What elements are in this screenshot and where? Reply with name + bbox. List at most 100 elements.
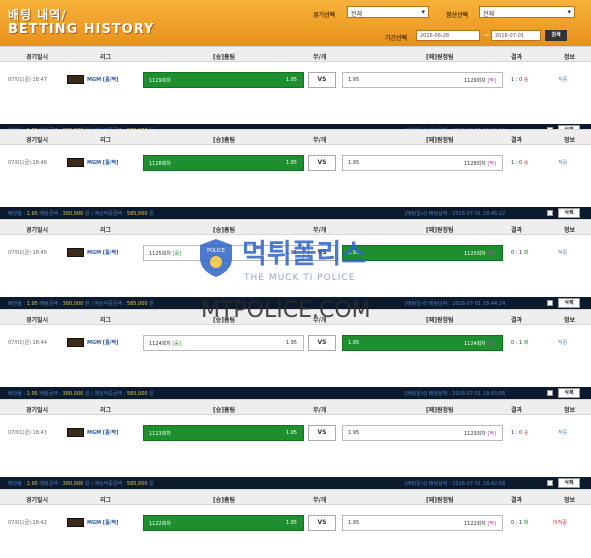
game-date: 07/01(금) 18:43 (8, 430, 47, 436)
result-score: 1 : 0 (511, 160, 523, 166)
home-team-box[interactable]: 1128회차 1.95 (143, 155, 304, 171)
home-team-box[interactable]: 1123회차 1.95 (143, 425, 304, 441)
delete-button[interactable]: 삭제 (558, 388, 580, 398)
police-badge-icon: POLICE (200, 239, 232, 277)
col-date-header: 경기일시 (26, 227, 49, 234)
bet-status[interactable]: 적중 (558, 76, 567, 83)
game-date: 07/01(금) 18:46 (8, 160, 47, 166)
bet-status[interactable]: 미적중 (553, 519, 567, 526)
bet-time: [배팅일시] 배팅날짜 : 2016-07-01 18:43:06 (405, 391, 506, 397)
column-header-row: 경기일시 리그 [승]홈팀 무/개 [패]원정팀 결과 정보 (0, 46, 591, 62)
result-score: 1 : 0 (511, 430, 523, 436)
home-odds: 1.95 (285, 430, 297, 436)
league-name[interactable]: MGM [홀/짝] (87, 159, 118, 166)
away-team-name: 1122회차 (463, 521, 486, 527)
col-away-header: [패]원정팀 (426, 137, 454, 144)
bet-status[interactable]: 적중 (558, 249, 567, 256)
search-button[interactable]: 검색 (545, 30, 567, 41)
vs-box[interactable]: VS (308, 72, 336, 88)
bet-block: 경기일시 리그 [승]홈팀 무/개 [패]원정팀 결과 정보 07/01(금) 18:47 … (0, 46, 591, 136)
away-team-name: 1125회차 (463, 251, 486, 257)
away-team-box[interactable]: 1.95 1124회차 [짝] (342, 335, 503, 351)
column-header-row: 경기일시 리그 [승]홈팀 무/개 [패]원정팀 결과 정보 (0, 489, 591, 505)
away-team-name: 1128회차 (463, 161, 486, 167)
away-team-box[interactable]: 1.95 1123회차 [짝] (342, 425, 503, 441)
away-team-box[interactable]: 1.95 1128회차 [짝] (342, 155, 503, 171)
result-score: 0 : 1 (511, 340, 523, 346)
vs-box[interactable]: VS (308, 515, 336, 531)
league-name[interactable]: MGM [홀/짝] (87, 519, 118, 526)
home-team-name: 1129회차 (149, 78, 171, 84)
select-checkbox[interactable] (547, 210, 553, 216)
bet-block: 경기일시 리그 [승]홈팀 무/개 [패]원정팀 결과 정보 07/01(금) 18:46 … (0, 129, 591, 219)
delete-button[interactable]: 삭제 (558, 208, 580, 218)
bet-info-bar: 배당율 : 1.95 배팅금액 : 300,000 원 / 예상적중금액 : 5… (0, 477, 591, 489)
select-checkbox[interactable] (547, 300, 553, 306)
col-league-header: 리그 (100, 227, 112, 234)
chevron-down-icon: ▾ (421, 8, 425, 16)
home-team-box[interactable]: 1129회차 1.95 (143, 72, 304, 88)
expected-win: 585,000 (126, 301, 148, 307)
odds-value: 1.95 (26, 391, 38, 397)
col-home-header: [승]홈팀 (213, 137, 236, 144)
away-team-tag: [짝] (487, 161, 496, 167)
column-header-row: 경기일시 리그 [승]홈팀 무/개 [패]원정팀 결과 정보 (0, 399, 591, 415)
vs-box[interactable]: VS (308, 155, 336, 171)
home-team-box[interactable]: 1124회차 [홀] 1.95 (143, 335, 304, 351)
bet-amount-label: 배팅금액 : (37, 301, 63, 307)
select-checkbox[interactable] (547, 390, 553, 396)
home-team-name: 1128회차 (149, 161, 171, 167)
game-date: 07/01(금) 18:47 (8, 77, 47, 83)
delete-button[interactable]: 삭제 (558, 298, 580, 308)
col-home-header: [승]홈팀 (213, 54, 236, 61)
currency-unit: 원 (147, 481, 154, 487)
select-checkbox[interactable] (547, 480, 553, 486)
col-result-header: 결과 (511, 137, 523, 144)
result-mark: 패 (523, 520, 529, 526)
bet-info: 배당율 : 1.95 배팅금액 : 300,000 원 / 예상적중금액 : 5… (8, 210, 154, 217)
league-name[interactable]: MGM [홀/짝] (87, 339, 118, 346)
bet-info: 배당율 : 1.95 배팅금액 : 300,000 원 / 예상적중금액 : 5… (8, 480, 154, 487)
bet-time: [배팅일시] 배팅날짜 : 2016-07-01 18:45:22 (405, 211, 506, 217)
bet-row: 07/01(금) 18:46 MGM [홀/짝] 1128회차 1.95 VS … (0, 145, 591, 183)
date-to-input[interactable]: 2016-07-01 (491, 30, 541, 41)
vs-box[interactable]: VS (308, 335, 336, 351)
expected-win-label: 원 / 예상적중금액 : (83, 301, 127, 307)
league-name[interactable]: MGM [홀/짝] (87, 249, 118, 256)
col-date-header: 경기일시 (26, 54, 49, 61)
col-result-header: 결과 (511, 497, 523, 504)
bet-status[interactable]: 적중 (558, 429, 567, 436)
bet-status[interactable]: 적중 (558, 159, 567, 166)
away-team-tag: [짝] (487, 341, 496, 347)
settle-filter-select[interactable]: 전체 ▾ (479, 6, 575, 18)
away-team-box[interactable]: 1.95 1122회차 [짝] (342, 515, 503, 531)
col-home-header: [승]홈팀 (213, 407, 236, 414)
col-status-header: 정보 (564, 497, 576, 504)
col-result-header: 결과 (511, 54, 523, 61)
result-mark: 패 (523, 340, 529, 346)
vs-box[interactable]: VS (308, 425, 336, 441)
game-filter-select[interactable]: 전체 ▾ (347, 6, 429, 18)
bet-info-bar: 배당율 : 1.95 배팅금액 : 300,000 원 / 예상적중금액 : 5… (0, 207, 591, 219)
game-date: 07/01(금) 18:45 (8, 250, 47, 256)
league-name[interactable]: MGM [홀/짝] (87, 429, 118, 436)
bet-status[interactable]: 적중 (558, 339, 567, 346)
home-team-box[interactable]: 1122회차 1.95 (143, 515, 304, 531)
col-draw-header: 무/개 (313, 497, 327, 504)
league-name[interactable]: MGM [홀/짝] (87, 76, 118, 83)
page-header: 배팅 내역/ BETTING HISTORY 경기선택 전체 ▾ 정산선택 전체… (0, 0, 591, 46)
bet-row: 07/01(금) 18:43 MGM [홀/짝] 1123회차 1.95 VS … (0, 415, 591, 453)
game-date: 07/01(금) 18:44 (8, 340, 47, 346)
home-odds: 1.95 (285, 77, 297, 83)
delete-button[interactable]: 삭제 (558, 478, 580, 488)
away-team-box[interactable]: 1.95 1129회차 [짝] (342, 72, 503, 88)
col-league-header: 리그 (100, 407, 112, 414)
date-from-input[interactable]: 2016-06-28 (416, 30, 480, 41)
away-odds: 1.95 (348, 160, 360, 166)
away-team-name: 1124회차 (463, 341, 486, 347)
game-filter-value: 전체 (351, 11, 363, 18)
col-date-header: 경기일시 (26, 407, 49, 414)
watermark-name-en: THE MUCK TI POLICE (244, 273, 356, 283)
league-flag-icon (67, 428, 84, 437)
bet-row: 07/01(금) 18:44 MGM [홀/짝] 1124회차 [홀] 1.95… (0, 325, 591, 363)
